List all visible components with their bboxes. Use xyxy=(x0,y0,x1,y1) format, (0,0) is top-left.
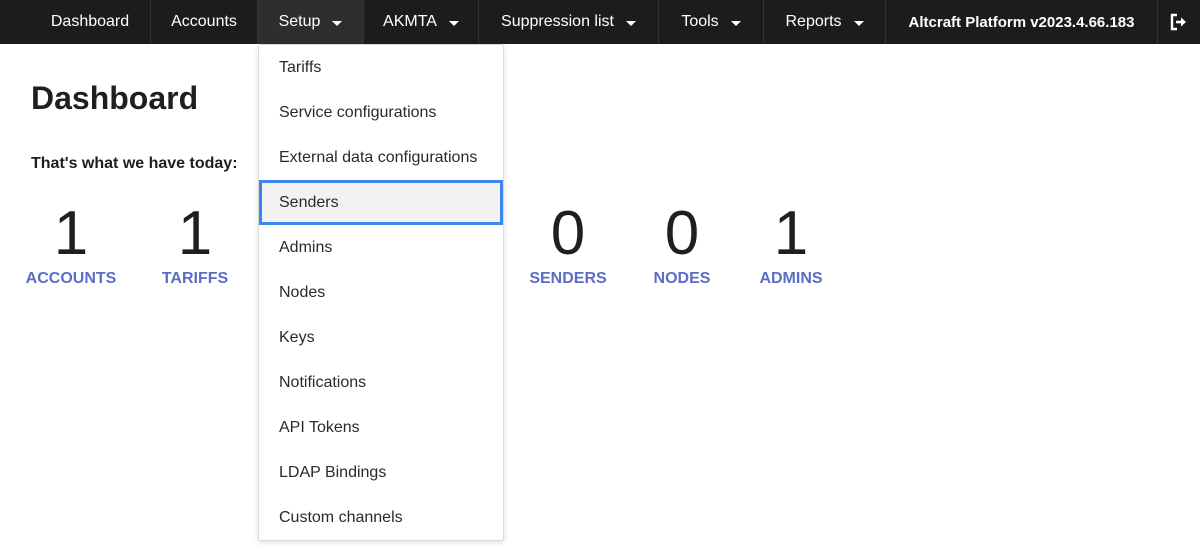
nav-akmta-label: AKMTA xyxy=(383,13,437,30)
stat-senders: 0 SENDERS xyxy=(513,198,623,288)
nav-suppression-list-label: Suppression list xyxy=(501,13,614,30)
menu-item-api-tokens[interactable]: API Tokens xyxy=(259,405,503,450)
stat-admins: 1 ADMINS xyxy=(736,198,846,288)
menu-item-keys[interactable]: Keys xyxy=(259,315,503,360)
nav-suppression-list[interactable]: Suppression list xyxy=(479,0,659,44)
top-navigation: Dashboard Accounts Setup AKMTA Suppressi… xyxy=(0,0,1200,44)
stat-admins-value: 1 xyxy=(773,199,809,268)
nav-version: Altcraft Platform v2023.4.66.183 xyxy=(886,0,1158,44)
chevron-down-icon xyxy=(730,20,741,26)
menu-item-tariffs[interactable]: Tariffs xyxy=(259,45,503,90)
nav-setup[interactable]: Setup xyxy=(258,0,364,44)
stat-accounts: 1 ACCOUNTS xyxy=(16,198,126,288)
setup-dropdown-menu: Tariffs Service configurations External … xyxy=(258,44,504,541)
nav-setup-label: Setup xyxy=(278,13,321,30)
menu-item-custom-channels[interactable]: Custom channels xyxy=(259,495,503,540)
nav-dashboard-label: Dashboard xyxy=(50,13,130,30)
stat-accounts-value: 1 xyxy=(53,199,89,268)
nav-tools-label: Tools xyxy=(681,13,719,30)
nav-dashboard[interactable]: Dashboard xyxy=(30,0,151,44)
menu-item-admins[interactable]: Admins xyxy=(259,225,503,270)
stat-nodes-link[interactable]: NODES xyxy=(627,270,737,288)
chevron-down-icon xyxy=(332,20,343,26)
menu-item-nodes[interactable]: Nodes xyxy=(259,270,503,315)
stat-tariffs-link[interactable]: TARIFFS xyxy=(140,270,250,288)
stat-senders-link[interactable]: SENDERS xyxy=(513,270,623,288)
nav-reports-label: Reports xyxy=(785,13,842,30)
chevron-down-icon xyxy=(853,20,864,26)
stat-nodes-value: 0 xyxy=(664,199,700,268)
stat-tariffs: 1 TARIFFS xyxy=(140,198,250,288)
nav-reports[interactable]: Reports xyxy=(764,0,886,44)
stat-admins-link[interactable]: ADMINS xyxy=(736,270,846,288)
chevron-down-icon xyxy=(448,20,459,26)
stat-senders-value: 0 xyxy=(550,199,586,268)
stat-tariffs-value: 1 xyxy=(177,199,213,268)
menu-item-notifications[interactable]: Notifications xyxy=(259,360,503,405)
page-title: Dashboard xyxy=(31,80,199,116)
menu-item-service-configurations[interactable]: Service configurations xyxy=(259,90,503,135)
stat-accounts-link[interactable]: ACCOUNTS xyxy=(16,270,126,288)
menu-item-ldap-bindings[interactable]: LDAP Bindings xyxy=(259,450,503,495)
nav-akmta[interactable]: AKMTA xyxy=(364,0,479,44)
chevron-down-icon xyxy=(625,20,636,26)
logout-icon xyxy=(1170,13,1186,31)
nav-accounts[interactable]: Accounts xyxy=(151,0,258,44)
nav-accounts-label: Accounts xyxy=(171,13,237,30)
dashboard-subtitle: That's what we have today: xyxy=(31,155,238,172)
menu-item-external-data-configurations[interactable]: External data configurations xyxy=(259,135,503,180)
stat-nodes: 0 NODES xyxy=(627,198,737,288)
platform-version: Altcraft Platform v2023.4.66.183 xyxy=(908,13,1135,31)
nav-tools[interactable]: Tools xyxy=(659,0,764,44)
logout-button[interactable] xyxy=(1158,0,1200,44)
menu-item-senders[interactable]: Senders xyxy=(259,180,503,225)
